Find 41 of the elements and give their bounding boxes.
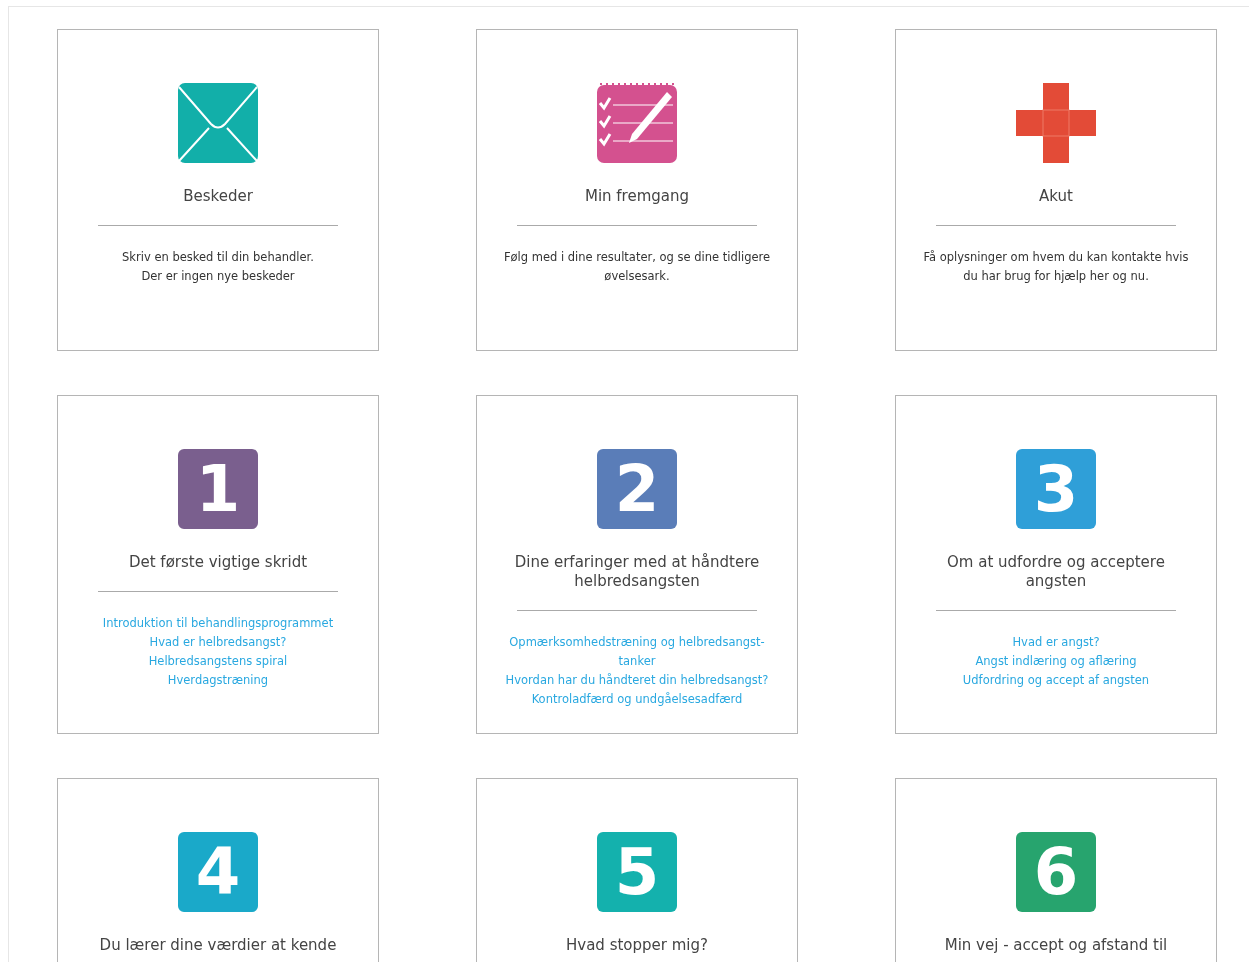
number-tile: 3 [1016,449,1096,529]
lesson-link[interactable]: Hvad er helbredsangst? [149,633,287,652]
number-tile: 4 [178,832,258,912]
lesson-link[interactable]: Udfordring og accept af angsten [962,671,1150,690]
lesson-link[interactable]: Angst indlæring og aflæring [975,652,1137,671]
card-description: Få oplysninger om hvem du kan kontakte hvis du har brug for hjælp her og nu. [922,249,1190,285]
tile-card[interactable]: Beskeder Skriv en besked til din behandler. Der er ingen nye beskeder [57,29,379,351]
card-description: Der er ingen nye beskeder [140,268,296,285]
tile-card[interactable]: 4 Du lærer dine værdier at kende [57,778,379,962]
number-tile: 2 [597,449,677,529]
number-tile: 1 [178,449,258,529]
lesson-link[interactable]: Opmærksomhedstræning og helbredsangst-tanker [497,633,777,671]
tile-card[interactable]: 6 Min vej - accept og afstand til [895,778,1217,962]
tile-card[interactable]: 1 Det første vigtige skridt Introduktion til behandlingsprogrammet Hvad er helbredsangst? Helbredsangstens spiral Hverdagstræning [57,395,379,734]
card-title: Om at udfordre og acceptere angsten [946,553,1166,591]
card-title: Min vej - accept og afstand til [944,936,1168,955]
card-title: Beskeder [183,187,253,206]
lesson-link[interactable]: Introduktion til behandlingsprogrammet [102,614,334,633]
card-description: Skriv en besked til din behandler. [122,249,314,266]
card-title: Du lærer dine værdier at kende [99,936,337,955]
card-title: Min fremgang [584,187,690,206]
lesson-link[interactable]: Kontroladfærd og undgåelsesadfærd [531,690,743,709]
checklist-pencil-icon [597,83,677,163]
tile-card[interactable]: Akut Få oplysninger om hvem du kan kontakte hvis du har brug for hjælp her og nu. [895,29,1217,351]
lesson-link[interactable]: Hvad er angst? [1012,633,1100,652]
tile-card[interactable]: 2 Dine erfaringer med at håndtere helbredsangsten Opmærksomhedstræning og helbredsangst-tanker Hvordan har du håndteret din helbredsangst? Kontroladfærd og undgåelsesadfærd [476,395,798,734]
tile-card[interactable]: Min fremgang Følg med i dine resultater, og se dine tidligere øvelsesark. [476,29,798,351]
card-title: Det første vigtige skridt [128,553,308,572]
number-tile: 5 [597,832,677,912]
medical-cross-icon [1016,83,1096,163]
card-description: Følg med i dine resultater, og se dine tidligere øvelsesark. [502,249,772,285]
lesson-link[interactable]: Hverdagstræning [167,671,269,690]
card-title: Hvad stopper mig? [566,936,708,955]
card-title: Dine erfaringer med at håndtere helbredsangsten [513,553,761,591]
envelope-icon [178,83,258,163]
card-title: Akut [1039,187,1073,206]
lesson-link[interactable]: Hvordan har du håndteret din helbredsangst? [505,671,769,690]
tile-card[interactable]: 5 Hvad stopper mig? [476,778,798,962]
number-tile: 6 [1016,832,1096,912]
tile-card[interactable]: 3 Om at udfordre og acceptere angsten Hvad er angst? Angst indlæring og aflæring Udfordring og accept af angsten [895,395,1217,734]
lesson-link[interactable]: Helbredsangstens spiral [148,652,288,671]
